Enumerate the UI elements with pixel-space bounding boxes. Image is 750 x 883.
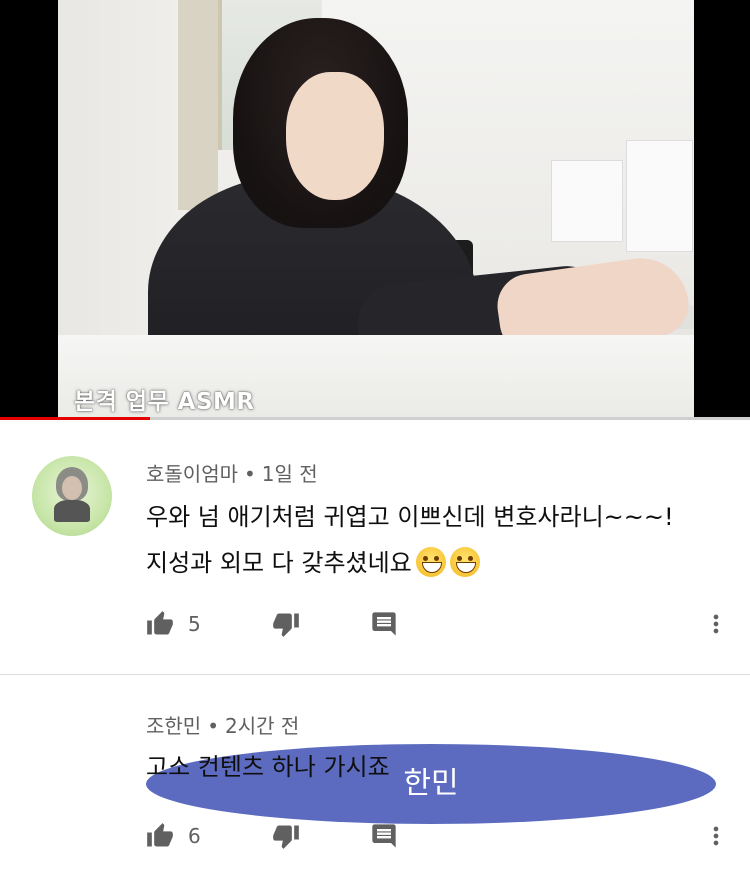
comment-line: 우와 넘 애기처럼 귀엽고 이쁘신데 변호사라니~~~!: [146, 503, 674, 531]
video-scene-door: [178, 0, 218, 210]
more-options-button[interactable]: [700, 820, 732, 852]
thumbs-up-icon: [147, 823, 173, 847]
more-options-button[interactable]: [700, 608, 732, 640]
separator-dot: •: [244, 462, 256, 486]
thumbs-down-icon: [273, 825, 299, 849]
like-button[interactable]: [144, 608, 176, 640]
avatar-face: [62, 476, 82, 500]
comment: 호돌이엄마 • 1일 전 우와 넘 애기처럼 귀엽고 이쁘신데 변호사라니~~~! …: [0, 424, 750, 674]
profile-photo-icon[interactable]: [32, 456, 112, 536]
comment-age: 1일 전: [261, 462, 318, 486]
thumbs-up-icon: [147, 611, 173, 635]
video-progress-bar[interactable]: [0, 417, 750, 420]
dislike-button[interactable]: [270, 820, 302, 852]
comment-text: 우와 넘 애기처럼 귀엽고 이쁘신데 변호사라니~~~! 지성과 외모 다 갖추…: [146, 494, 716, 586]
reply-button[interactable]: [368, 820, 400, 852]
like-button[interactable]: [144, 820, 176, 852]
more-vert-icon: [713, 826, 719, 846]
comment-age: 2시간 전: [225, 714, 300, 738]
like-count: 6: [188, 824, 201, 848]
comment-meta: 호돌이엄마 • 1일 전: [146, 458, 318, 487]
separator-dot: •: [207, 714, 219, 738]
comment-actions: 6: [144, 816, 734, 856]
comment-author[interactable]: 호돌이엄마: [146, 462, 238, 486]
comment-author[interactable]: 조한민: [146, 714, 201, 738]
dislike-button[interactable]: [270, 608, 302, 640]
video-scene-poster: [626, 140, 693, 252]
video-scene-poster: [551, 160, 623, 242]
comment-meta: 조한민 • 2시간 전: [146, 710, 299, 739]
comment-icon: [372, 612, 396, 636]
grin-emoji-icon: [415, 547, 446, 577]
comment-line: 고소 컨텐츠 하나 가시죠: [146, 753, 390, 781]
video-frame: [58, 0, 694, 420]
grin-emoji-icon: [449, 547, 480, 577]
avatar-body: [54, 500, 90, 522]
comment-actions: 5: [144, 604, 734, 644]
comment: 한민 조한민 • 2시간 전 고소 컨텐츠 하나 가시죠 6: [0, 676, 750, 883]
comment-line: 지성과 외모 다 갖추셨네요: [146, 549, 412, 577]
like-count: 5: [188, 612, 201, 636]
comment-line-with-emoji: 지성과 외모 다 갖추셨네요: [146, 540, 716, 586]
comment-text: 고소 컨텐츠 하나 가시죠: [146, 744, 716, 790]
comment-divider: [0, 674, 750, 675]
video-progress-fill: [0, 417, 150, 420]
video-scene-person-face: [286, 72, 384, 200]
reply-button[interactable]: [368, 608, 400, 640]
thumbs-down-icon: [273, 613, 299, 637]
video-caption: 본격 업무 ASMR: [74, 389, 255, 415]
more-vert-icon: [713, 614, 719, 634]
video-player[interactable]: 본격 업무 ASMR: [0, 0, 750, 420]
comment-icon: [372, 824, 396, 848]
